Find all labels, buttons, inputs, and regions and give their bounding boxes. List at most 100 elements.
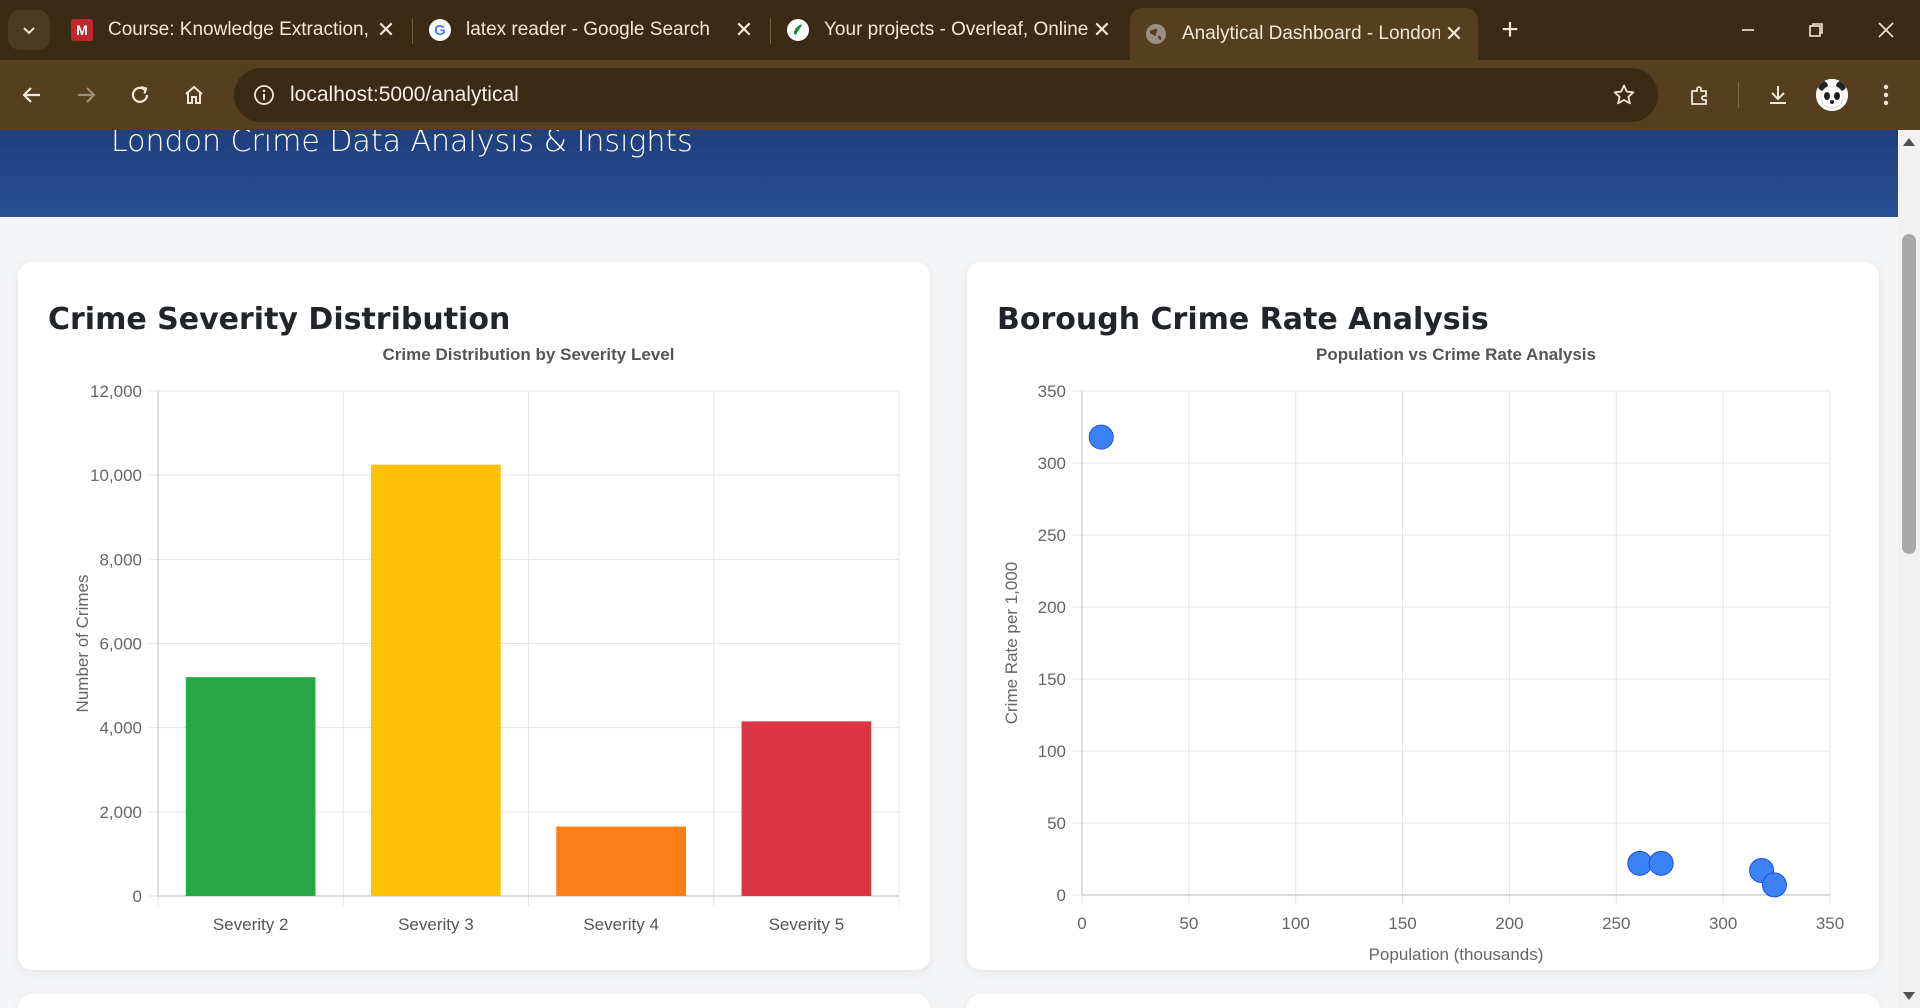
bookmark-star-icon[interactable] <box>1608 79 1640 111</box>
tab-analytical-dashboard[interactable]: Analytical Dashboard - London ✕ <box>1130 8 1478 60</box>
x-tick-label: 50 <box>1179 914 1198 933</box>
page-viewport: London Crime Data Analysis & Insights Cr… <box>0 130 1898 1008</box>
scatter-point <box>1648 850 1674 876</box>
overleaf-icon <box>786 18 810 42</box>
y-tick-label: 2,000 <box>99 803 142 822</box>
panda-avatar-icon <box>1816 79 1848 111</box>
address-bar[interactable]: localhost:5000/analytical <box>234 68 1658 122</box>
close-icon[interactable]: ✕ <box>1088 16 1116 44</box>
puzzle-icon <box>1691 86 1707 105</box>
y-tick-label: 350 <box>1038 382 1066 401</box>
close-window-button[interactable] <box>1866 12 1906 48</box>
tab-title: Your projects - Overleaf, Online <box>824 19 1088 40</box>
next-card-left <box>18 994 930 1008</box>
close-icon[interactable]: ✕ <box>1440 20 1468 48</box>
back-button[interactable] <box>12 75 52 115</box>
reload-button[interactable] <box>120 75 160 115</box>
scatter-point <box>1627 850 1653 876</box>
globe-icon <box>1144 22 1168 46</box>
more-vert-icon <box>1883 84 1889 106</box>
next-card-right <box>967 994 1879 1008</box>
scatter-point <box>1088 424 1114 450</box>
x-tick-label: Severity 4 <box>583 915 659 934</box>
browser-tab-bar: M Course: Knowledge Extraction, I ✕ G la… <box>0 0 1920 60</box>
y-tick-label: 10,000 <box>90 466 142 485</box>
y-tick-label: 100 <box>1038 742 1066 761</box>
y-tick-label: 12,000 <box>90 382 142 401</box>
y-tick-label: 0 <box>1057 886 1066 905</box>
y-tick-label: 50 <box>1047 814 1066 833</box>
restore-button[interactable] <box>1796 12 1836 48</box>
tab-overleaf[interactable]: Your projects - Overleaf, Online ✕ <box>786 8 1116 52</box>
chevron-down-icon <box>23 27 35 35</box>
toolbar-divider <box>1738 82 1739 108</box>
chart-title: Crime Distribution by Severity Level <box>383 345 675 364</box>
new-tab-button[interactable]: + <box>1494 13 1526 46</box>
y-tick-label: 4,000 <box>99 719 142 738</box>
downloads-button[interactable] <box>1758 75 1798 115</box>
severity-bar-chart: Crime Distribution by Severity Level 0 2,0… <box>73 345 900 934</box>
y-tick-label: 0 <box>133 887 142 906</box>
y-tick-label: 6,000 <box>99 635 142 654</box>
close-icon[interactable]: ✕ <box>730 16 758 44</box>
tab-title: latex reader - Google Search <box>466 19 710 40</box>
x-tick-label: 300 <box>1709 914 1737 933</box>
browser-menu-button[interactable] <box>1866 75 1906 115</box>
scroll-down-arrow-icon[interactable] <box>1903 992 1915 1000</box>
x-tick-label: Severity 2 <box>213 915 289 934</box>
tab-search-button[interactable] <box>8 10 50 50</box>
url-text[interactable]: localhost:5000/analytical <box>290 83 519 107</box>
x-tick-label: 250 <box>1602 914 1630 933</box>
tab-course[interactable]: M Course: Knowledge Extraction, I ✕ <box>70 8 400 52</box>
minimize-button[interactable] <box>1728 12 1768 48</box>
download-icon <box>1770 86 1786 104</box>
bar <box>185 677 316 896</box>
moodle-icon: M <box>70 18 94 42</box>
population-crime-scatter-chart: Population vs Crime Rate Analysis 0 50 100 1… <box>1002 345 1844 964</box>
extensions-button[interactable] <box>1680 75 1720 115</box>
y-tick-label: 250 <box>1038 526 1066 545</box>
minimize-icon <box>1742 29 1754 31</box>
close-window-icon <box>1878 22 1894 38</box>
tab-google[interactable]: G latex reader - Google Search ✕ <box>428 8 758 52</box>
reload-icon <box>131 85 149 103</box>
tab-divider <box>770 18 771 44</box>
y-tick-label: 150 <box>1038 670 1066 689</box>
home-icon <box>185 85 203 104</box>
y-tick-label: 300 <box>1038 454 1066 473</box>
chart-title: Population vs Crime Rate Analysis <box>1316 345 1596 364</box>
bar <box>371 464 501 896</box>
y-axis-label: Number of Crimes <box>73 575 92 713</box>
x-tick-label: 100 <box>1282 914 1310 933</box>
x-tick-label: 200 <box>1495 914 1523 933</box>
y-tick-label: 8,000 <box>99 550 142 569</box>
arrow-left-icon <box>22 87 40 103</box>
dashboard-header: London Crime Data Analysis & Insights <box>0 130 1898 217</box>
svg-text:G: G <box>434 22 446 39</box>
bar <box>556 826 686 896</box>
scatter-point <box>1761 872 1787 898</box>
scrollbar-thumb[interactable] <box>1902 234 1916 554</box>
browser-toolbar: localhost:5000/analytical <box>0 60 1920 130</box>
svg-text:M: M <box>76 22 88 38</box>
home-button[interactable] <box>174 75 214 115</box>
tab-title: Analytical Dashboard - London <box>1182 23 1440 44</box>
restore-icon <box>1809 23 1823 37</box>
x-axis-label: Population (thousands) <box>1369 945 1544 964</box>
x-tick-label: 0 <box>1077 914 1086 933</box>
borough-crime-rate-card: Borough Crime Rate Analysis Population v… <box>967 262 1879 970</box>
arrow-right-icon <box>78 87 96 103</box>
severity-distribution-card: Crime Severity Distribution Crime Distri… <box>18 262 930 970</box>
x-tick-label: 150 <box>1388 914 1416 933</box>
tab-title: Course: Knowledge Extraction, I <box>108 19 372 40</box>
tab-divider <box>412 18 413 44</box>
profile-avatar[interactable] <box>1816 79 1848 111</box>
x-tick-label: 350 <box>1816 914 1844 933</box>
scroll-up-arrow-icon[interactable] <box>1903 138 1915 146</box>
x-tick-label: Severity 3 <box>398 915 474 934</box>
close-icon[interactable]: ✕ <box>372 16 400 44</box>
header-subtitle: London Crime Data Analysis & Insights <box>111 130 693 159</box>
forward-button[interactable] <box>66 75 106 115</box>
page-scrollbar[interactable] <box>1898 130 1920 1008</box>
site-info-icon[interactable] <box>248 79 280 111</box>
